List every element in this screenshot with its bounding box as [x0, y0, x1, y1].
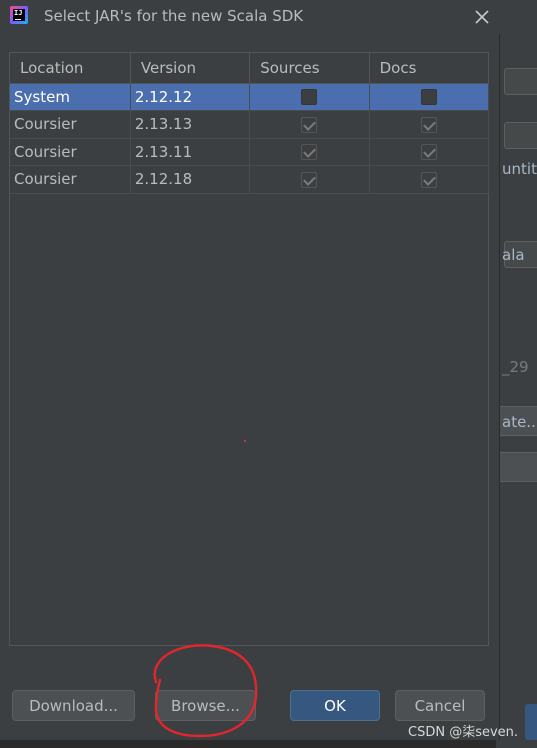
- cancel-button[interactable]: Cancel: [395, 690, 485, 721]
- sources-checkbox[interactable]: [301, 144, 318, 161]
- column-header-docs[interactable]: Docs: [369, 53, 490, 84]
- column-header-location[interactable]: Location: [10, 53, 131, 84]
- background-button[interactable]: [496, 452, 537, 482]
- table-row[interactable]: Coursier 2.13.13: [10, 110, 490, 139]
- docs-checkbox[interactable]: [420, 116, 437, 133]
- ok-button[interactable]: OK: [290, 690, 380, 721]
- version-cell: 2.12.18: [130, 165, 251, 194]
- stray-mark: [244, 440, 246, 442]
- background-label: ala: [502, 246, 525, 264]
- close-icon[interactable]: [468, 4, 496, 30]
- table-row[interactable]: System 2.12.12: [10, 83, 490, 111]
- sources-cell: [249, 83, 370, 111]
- download-button[interactable]: Download...: [12, 690, 135, 721]
- browse-button[interactable]: Browse...: [155, 690, 256, 721]
- column-header-sources[interactable]: Sources: [249, 53, 370, 84]
- column-header-version[interactable]: Version: [130, 53, 251, 84]
- version-cell: 2.12.12: [130, 83, 251, 111]
- background-window: untitle ala _29 ate...: [495, 0, 537, 748]
- sources-checkbox[interactable]: [301, 171, 318, 188]
- docs-cell: [369, 110, 490, 139]
- background-label: _29: [502, 358, 529, 376]
- table-row[interactable]: Coursier 2.12.18: [10, 165, 490, 194]
- docs-cell: [369, 83, 490, 111]
- table-row[interactable]: Coursier 2.13.11: [10, 138, 490, 166]
- sources-cell: [249, 165, 370, 194]
- watermark: CSDN @柒seven.: [408, 725, 519, 740]
- background-label: untitle: [502, 160, 537, 178]
- table-header: Location Version Sources Docs: [10, 53, 490, 84]
- title-bar: IJ Select JAR's for the new Scala SDK: [0, 0, 500, 34]
- location-cell: Coursier: [10, 138, 131, 166]
- sources-checkbox[interactable]: [301, 89, 318, 106]
- background-field[interactable]: [504, 68, 537, 95]
- docs-cell: [369, 165, 490, 194]
- sources-checkbox[interactable]: [301, 116, 318, 133]
- location-cell: Coursier: [10, 110, 131, 139]
- docs-cell: [369, 138, 490, 166]
- background-field[interactable]: [504, 122, 537, 149]
- docs-checkbox[interactable]: [420, 89, 437, 106]
- background-primary-button[interactable]: [525, 704, 537, 740]
- intellij-idea-icon: IJ: [10, 6, 28, 24]
- sources-cell: [249, 138, 370, 166]
- docs-checkbox[interactable]: [420, 144, 437, 161]
- docs-checkbox[interactable]: [420, 171, 437, 188]
- version-cell: 2.13.13: [130, 110, 251, 139]
- dialog-title: Select JAR's for the new Scala SDK: [44, 7, 304, 25]
- location-cell: System: [10, 83, 131, 111]
- select-jars-dialog: IJ Select JAR's for the new Scala SDK Lo…: [0, 0, 500, 740]
- location-cell: Coursier: [10, 165, 131, 194]
- background-label: ate...: [502, 413, 537, 431]
- jar-table: Location Version Sources Docs System 2.1…: [9, 52, 490, 646]
- version-cell: 2.13.11: [130, 138, 251, 166]
- sources-cell: [249, 110, 370, 139]
